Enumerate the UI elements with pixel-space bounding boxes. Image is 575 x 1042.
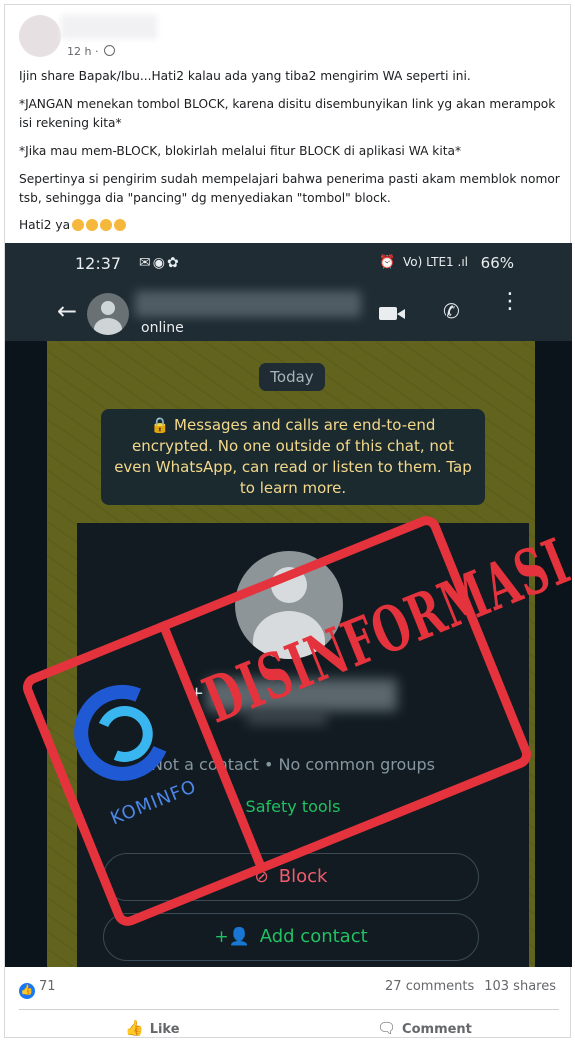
back-arrow-icon: ← (57, 297, 78, 325)
date-chip: Today (259, 363, 325, 391)
battery-level: 66% (480, 254, 514, 272)
facebook-post: 12 h · Ijin share Bapak/Ibu...Hati2 kala… (4, 4, 572, 1038)
chat-header: ← online ✆ ⋮ (5, 285, 572, 341)
engagement-counts: 27 comments 103 shares (375, 979, 556, 994)
poster-avatar[interactable] (19, 15, 61, 57)
divider (19, 1009, 559, 1010)
reaction-summary[interactable]: 👍 71 (19, 979, 56, 999)
add-contact-icon: +👤 (214, 927, 250, 947)
caption-line-2: *JANGAN menekan tombol BLOCK, karena dis… (19, 97, 556, 130)
phone-status-bar: 12:37 ✉◉✿ ⏰ Vo) LTE1 .ıl 66% (5, 243, 572, 285)
like-icon: 👍 (125, 1019, 144, 1037)
video-call-icon (379, 307, 397, 320)
post-time: 12 h · (67, 45, 115, 58)
encryption-notice: 🔒 Messages and calls are end-to-end encr… (101, 409, 485, 505)
add-contact-label: Add contact (259, 926, 368, 947)
globe-icon (103, 45, 115, 56)
network-indicator: Vo) LTE1 .ıl (403, 255, 468, 269)
phone-icon: ✆ (443, 299, 460, 323)
caption-line-4: Sepertinya si pengirim sudah mempelajari… (19, 172, 560, 205)
caption-line-5-text: Hati2 ya (19, 218, 71, 232)
contact-name-redacted (135, 291, 361, 317)
contact-status: online (141, 320, 184, 336)
like-button[interactable]: 👍 Like (125, 1019, 180, 1037)
like-label: Like (149, 1022, 180, 1037)
contact-avatar (87, 293, 129, 335)
more-options-icon: ⋮ (499, 289, 521, 314)
add-contact-button: +👤 Add contact (103, 913, 479, 961)
whatsapp-screenshot-image[interactable]: 12:37 ✉◉✿ ⏰ Vo) LTE1 .ıl 66% ← online ✆ … (5, 243, 572, 967)
lock-icon: 🔒 (150, 416, 170, 434)
block-label: Block (278, 866, 328, 887)
poster-name-redacted (61, 15, 157, 39)
alarm-icon: ⏰ (379, 255, 396, 270)
sad-emoji-icon (114, 219, 127, 231)
comment-button[interactable]: 🗨 Comment (377, 1019, 472, 1037)
comment-label: Comment (402, 1022, 472, 1037)
sad-emoji-icon (72, 219, 85, 231)
status-notification-icons: ✉◉✿ (139, 255, 181, 271)
post-time-text[interactable]: 12 h (67, 45, 91, 58)
status-clock: 12:37 (75, 254, 122, 273)
caption-line-1: Ijin share Bapak/Ibu...Hati2 kalau ada y… (19, 69, 471, 83)
sad-emoji-icon (86, 219, 99, 231)
reaction-count: 71 (39, 979, 56, 994)
caption-line-5: Hati2 ya (19, 216, 565, 235)
comment-icon: 🗨 (377, 1019, 397, 1037)
comments-count[interactable]: 27 comments (385, 979, 474, 994)
caption-line-3: *Jika mau mem-BLOCK, blokirlah melalui f… (19, 144, 462, 158)
like-reaction-icon: 👍 (19, 983, 35, 999)
shares-count[interactable]: 103 shares (484, 979, 556, 994)
sad-emoji-icon (100, 219, 113, 231)
